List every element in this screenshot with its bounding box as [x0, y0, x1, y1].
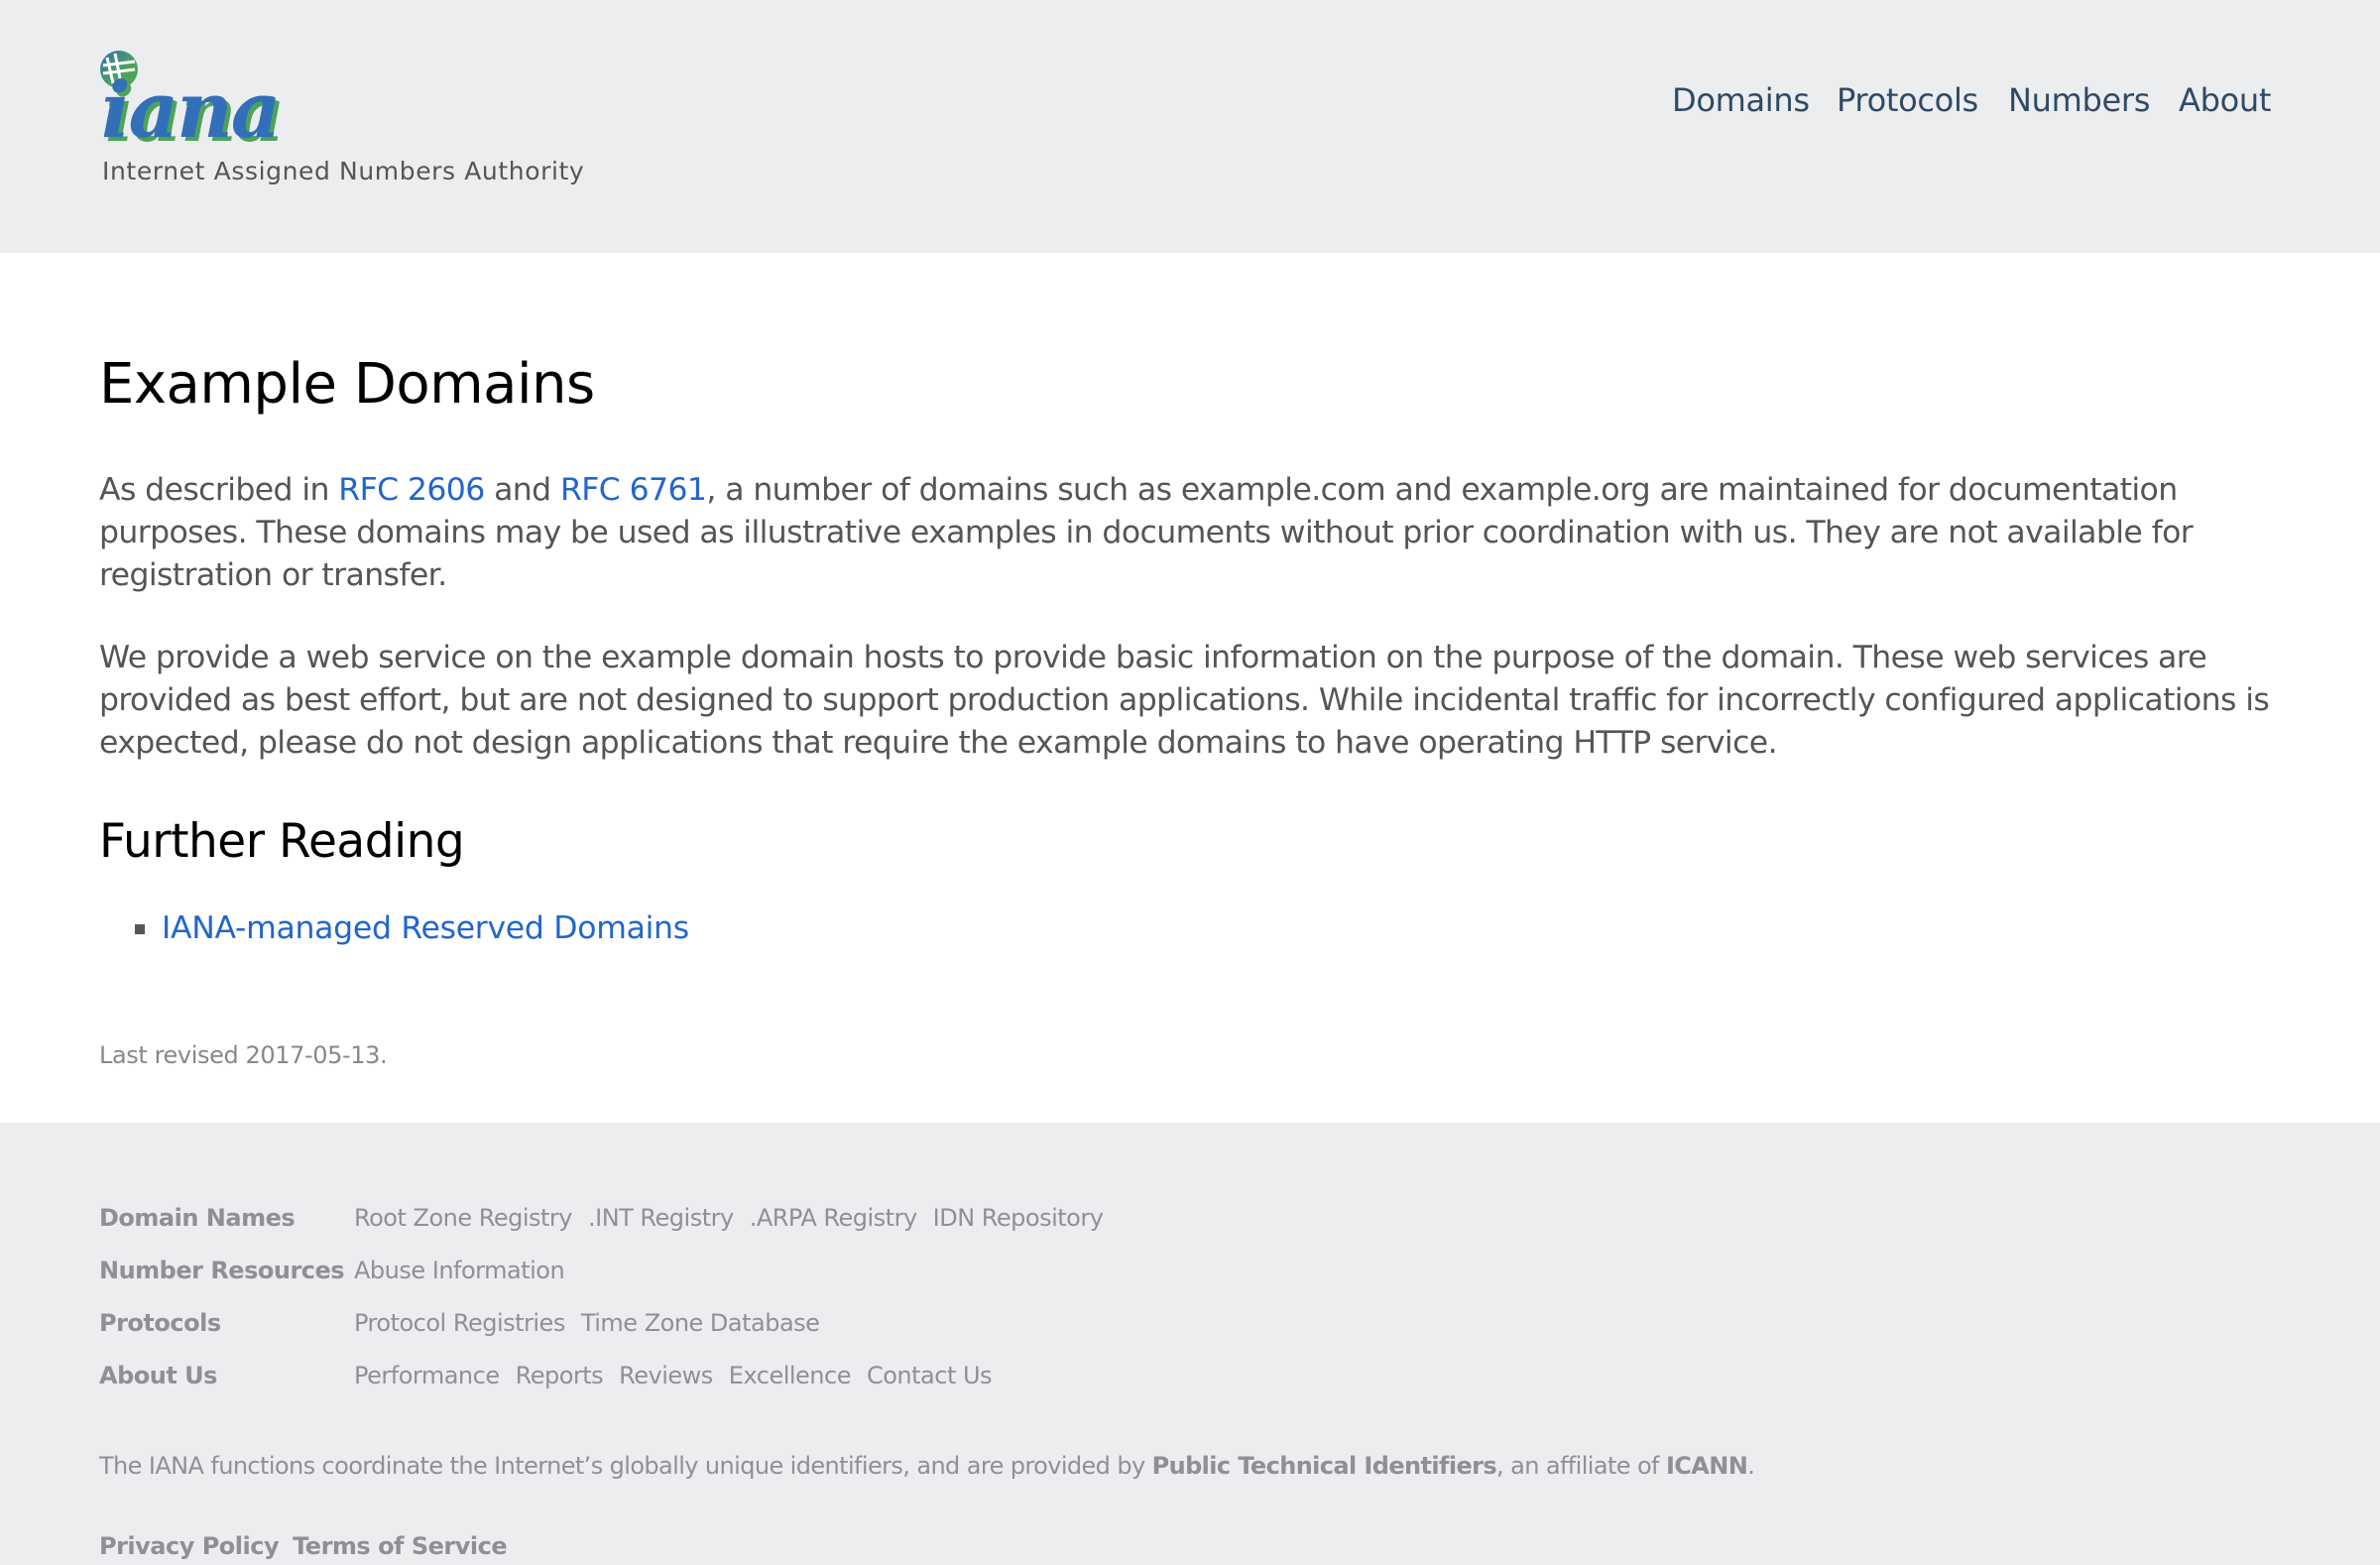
footer-link[interactable]: Reviews: [619, 1362, 713, 1389]
last-revised: Last revised 2017-05-13.: [99, 1041, 388, 1069]
logo-tagline: Internet Assigned Numbers Authority: [102, 157, 585, 185]
footer-link[interactable]: Time Zone Database: [581, 1309, 820, 1337]
nav-domains[interactable]: Domains: [1672, 81, 1810, 119]
footer-link[interactable]: Protocol Registries: [354, 1309, 565, 1337]
further-reading-heading: Further Reading: [99, 814, 465, 869]
reserved-domains-link[interactable]: IANA-managed Reserved Domains: [162, 910, 689, 946]
text: .: [1747, 1452, 1755, 1480]
square-bullet-icon: [135, 924, 145, 934]
nav-about[interactable]: About: [2179, 81, 2271, 119]
privacy-policy-link[interactable]: Privacy Policy: [99, 1532, 280, 1560]
rfc-6761-link[interactable]: RFC 6761: [560, 472, 707, 508]
site-header: iana iana Internet Assigned Numbers Auth…: [0, 0, 2380, 253]
pti-link[interactable]: Public Technical Identifiers: [1152, 1452, 1497, 1480]
further-reading-list: IANA-managed Reserved Domains: [99, 907, 689, 949]
site-footer: Domain Names Root Zone Registry .INT Regi…: [0, 1123, 2380, 1565]
page-title: Example Domains: [99, 352, 595, 417]
footer-link[interactable]: .ARPA Registry: [750, 1204, 917, 1232]
footer-link[interactable]: Abuse Information: [354, 1257, 565, 1284]
rfc-2606-link[interactable]: RFC 2606: [338, 472, 485, 508]
nav-numbers[interactable]: Numbers: [2008, 81, 2150, 119]
footer-note: The IANA functions coordinate the Intern…: [99, 1452, 1755, 1480]
footer-link[interactable]: IDN Repository: [933, 1204, 1104, 1232]
text: The IANA functions coordinate the Intern…: [99, 1452, 1152, 1480]
footer-link[interactable]: Excellence: [729, 1362, 852, 1389]
terms-of-service-link[interactable]: Terms of Service: [293, 1532, 508, 1560]
iana-logo-mark: iana iana: [100, 51, 285, 149]
footer-link[interactable]: Reports: [516, 1362, 604, 1389]
footer-label[interactable]: Number Resources: [99, 1257, 345, 1284]
svg-text:iana: iana: [101, 65, 279, 149]
footer-label[interactable]: Protocols: [99, 1309, 221, 1337]
list-item: IANA-managed Reserved Domains: [99, 907, 689, 949]
footer-link[interactable]: Performance: [354, 1362, 500, 1389]
nav-protocols[interactable]: Protocols: [1837, 81, 1978, 119]
footer-link[interactable]: Root Zone Registry: [354, 1204, 572, 1232]
text: , an affiliate of: [1496, 1452, 1666, 1480]
text: As described in: [99, 472, 339, 508]
footer-label[interactable]: Domain Names: [99, 1204, 296, 1232]
footer-label[interactable]: About Us: [99, 1362, 217, 1389]
service-paragraph: We provide a web service on the example …: [99, 640, 2270, 761]
footer-link[interactable]: Contact Us: [867, 1362, 993, 1389]
legal-links: Privacy Policy Terms of Service: [99, 1532, 521, 1560]
text: and: [484, 472, 560, 508]
intro-paragraph: As described in RFC 2606 and RFC 6761, a…: [99, 469, 2301, 597]
footer-link[interactable]: .INT Registry: [588, 1204, 734, 1232]
icann-link[interactable]: ICANN: [1666, 1452, 1748, 1480]
iana-logo[interactable]: iana iana Internet Assigned Numbers Auth…: [99, 50, 584, 198]
